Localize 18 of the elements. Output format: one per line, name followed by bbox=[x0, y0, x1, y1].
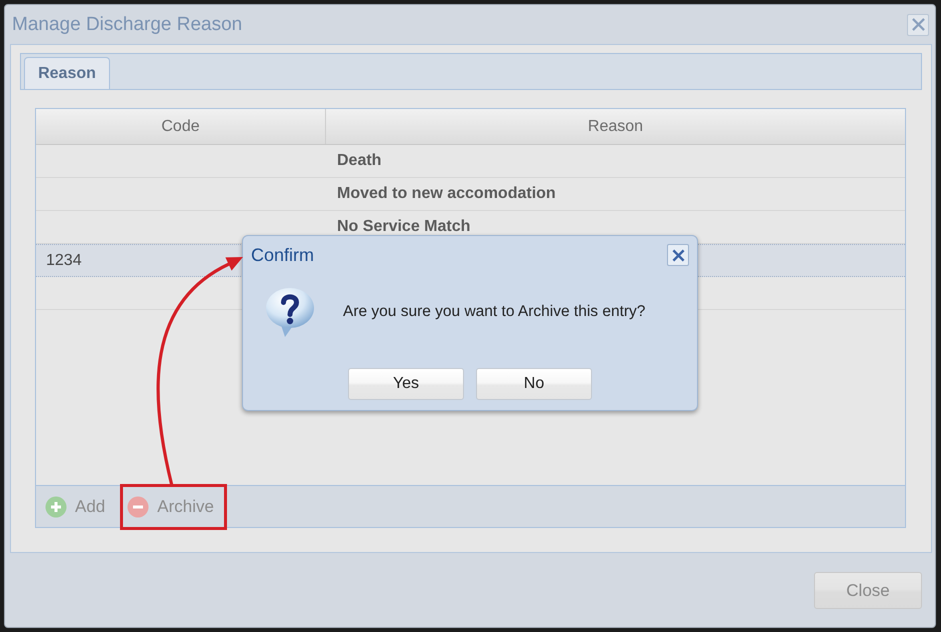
close-button[interactable] bbox=[667, 244, 689, 266]
table-cell: Moved to new accomodation bbox=[337, 185, 556, 203]
window-title: Manage Discharge Reason bbox=[12, 14, 242, 36]
dialog-message: Are you sure you want to Archive this entry? bbox=[343, 303, 646, 321]
close-icon bbox=[912, 18, 924, 31]
close-icon bbox=[672, 248, 684, 262]
dialog-title: Confirm bbox=[251, 244, 314, 266]
dialog-button[interactable]: Yes bbox=[348, 368, 464, 400]
question-bubble-icon bbox=[265, 287, 315, 337]
table-cell: 1234 bbox=[46, 252, 82, 270]
minus-circle-icon bbox=[127, 496, 150, 518]
column-header[interactable]: Reason bbox=[326, 109, 905, 144]
tab[interactable]: Reason bbox=[24, 57, 110, 89]
dialog-button[interactable]: No bbox=[476, 368, 592, 400]
table-cell: No Service Match bbox=[337, 218, 470, 236]
table-cell: Death bbox=[337, 152, 382, 170]
plus-circle-icon bbox=[45, 496, 67, 518]
column-header[interactable]: Code bbox=[36, 109, 326, 144]
